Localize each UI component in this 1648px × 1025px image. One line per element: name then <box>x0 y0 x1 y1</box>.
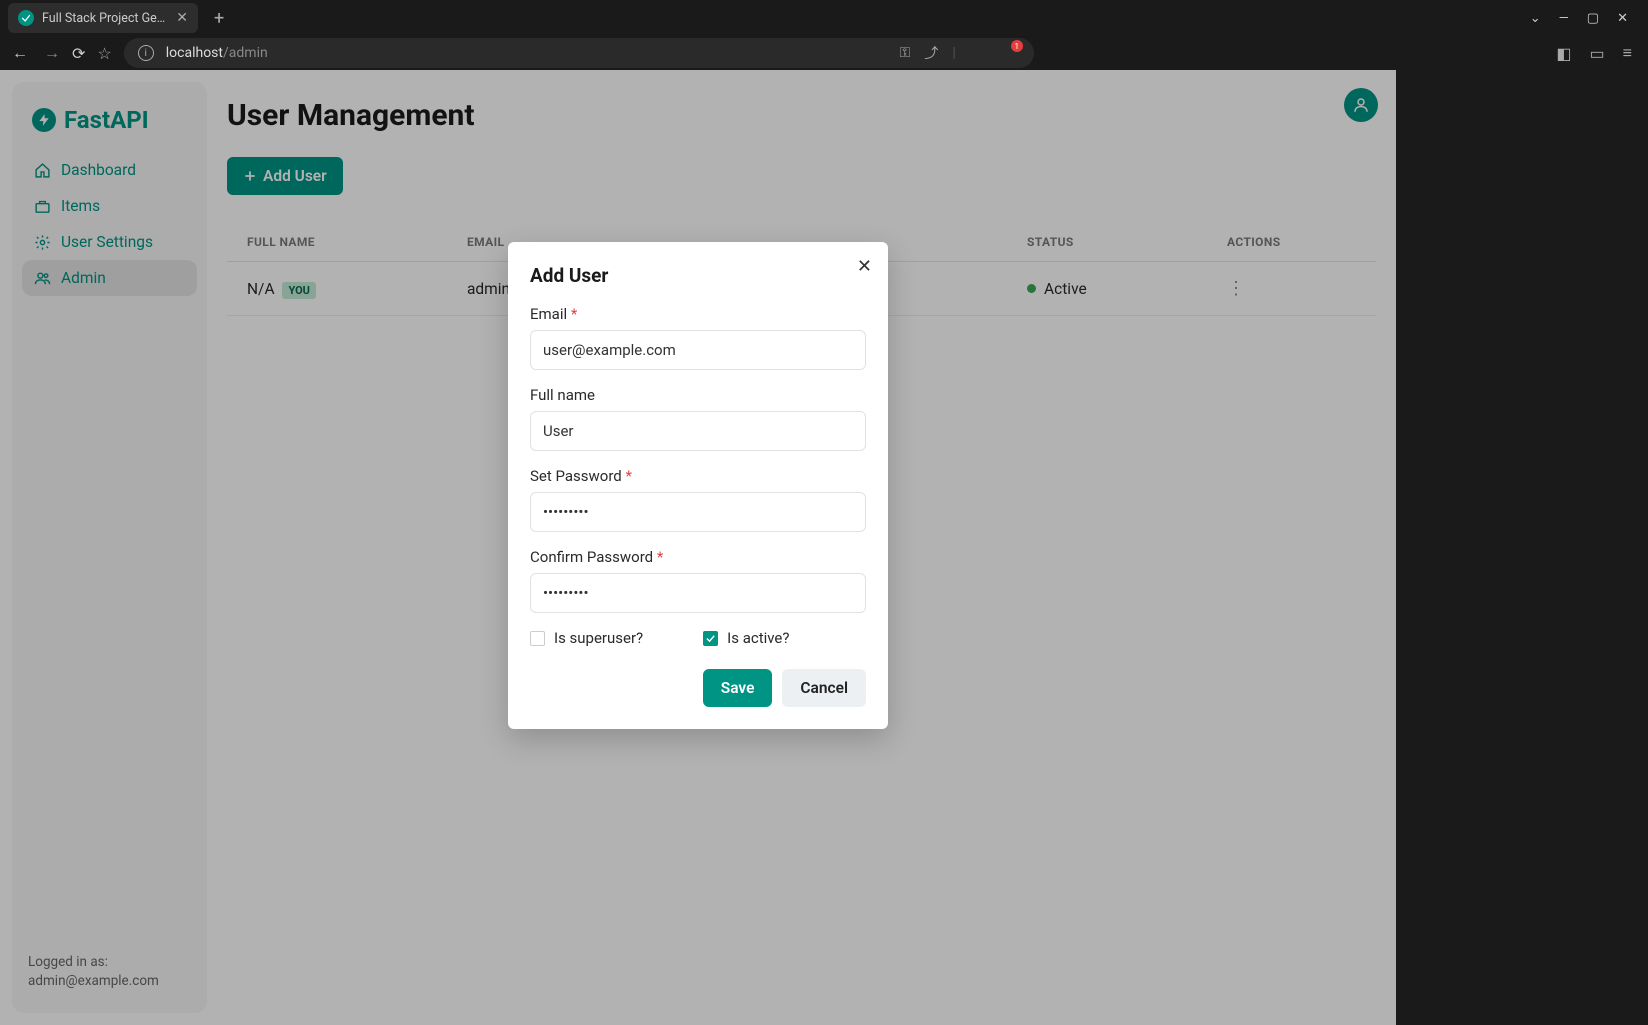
checkbox-unchecked-icon <box>530 631 545 646</box>
sidebar-toggle-icon[interactable]: ◧ <box>1556 44 1571 63</box>
forward-icon: → <box>44 43 60 63</box>
tab-close-icon[interactable]: ✕ <box>176 10 188 26</box>
cancel-button[interactable]: Cancel <box>782 669 866 707</box>
confirm-password-label: Confirm Password * <box>530 548 866 566</box>
checkbox-checked-icon <box>703 631 718 646</box>
tab-title: Full Stack Project Genera <box>42 11 168 26</box>
share-icon[interactable]: ⤴ <box>924 43 938 63</box>
hamburger-menu-icon[interactable]: ≡ <box>1623 43 1632 63</box>
reload-icon[interactable]: ⟳ <box>72 44 85 63</box>
window-controls: ⌄ — ▢ ✕ <box>1530 11 1640 26</box>
tab-favicon-icon <box>18 10 34 26</box>
add-user-modal: ✕ Add User Email * Full name Set Passwor… <box>508 242 888 729</box>
url-host: localhost <box>166 45 223 61</box>
viewport-gutter <box>1396 70 1648 1025</box>
new-tab-button[interactable]: + <box>206 8 232 29</box>
active-checkbox[interactable]: Is active? <box>703 629 789 647</box>
nav-bar: ← → ⟳ ☆ i localhost/admin ⚿ ⤴ | 1 ◧ ▭ <box>0 36 1648 70</box>
url-bar[interactable]: i localhost/admin ⚿ ⤴ | 1 <box>124 38 1034 68</box>
back-icon[interactable]: ← <box>12 43 28 63</box>
minimize-icon[interactable]: — <box>1559 11 1569 26</box>
email-label: Email * <box>530 305 866 323</box>
wallet-icon[interactable]: ▭ <box>1590 44 1605 63</box>
brave-shield-icon[interactable] <box>970 43 988 63</box>
password-label: Set Password * <box>530 467 866 485</box>
superuser-label: Is superuser? <box>554 629 643 647</box>
fullname-field[interactable] <box>530 411 866 451</box>
site-info-icon[interactable]: i <box>138 45 154 61</box>
confirm-password-field[interactable] <box>530 573 866 613</box>
modal-overlay[interactable]: ✕ Add User Email * Full name Set Passwor… <box>0 70 1396 1025</box>
modal-close-button[interactable]: ✕ <box>857 256 872 277</box>
fullname-label: Full name <box>530 386 866 404</box>
browser-chrome: Full Stack Project Genera ✕ + ⌄ — ▢ ✕ ← … <box>0 0 1648 70</box>
brave-tracker-icon[interactable]: 1 <box>1002 43 1020 63</box>
active-label: Is active? <box>727 629 789 647</box>
password-field[interactable] <box>530 492 866 532</box>
browser-tab[interactable]: Full Stack Project Genera ✕ <box>8 3 198 33</box>
save-button[interactable]: Save <box>703 669 773 707</box>
bookmark-icon[interactable]: ☆ <box>97 44 111 63</box>
modal-title: Add User <box>530 264 866 287</box>
password-key-icon[interactable]: ⚿ <box>900 45 911 61</box>
url-path: /admin <box>223 45 268 61</box>
close-window-icon[interactable]: ✕ <box>1617 11 1628 26</box>
email-field[interactable] <box>530 330 866 370</box>
superuser-checkbox[interactable]: Is superuser? <box>530 629 643 647</box>
tab-bar: Full Stack Project Genera ✕ + ⌄ — ▢ ✕ <box>0 0 1648 36</box>
maximize-icon[interactable]: ▢ <box>1587 11 1599 26</box>
chevron-down-icon[interactable]: ⌄ <box>1530 11 1541 26</box>
tracker-badge: 1 <box>1011 40 1023 52</box>
